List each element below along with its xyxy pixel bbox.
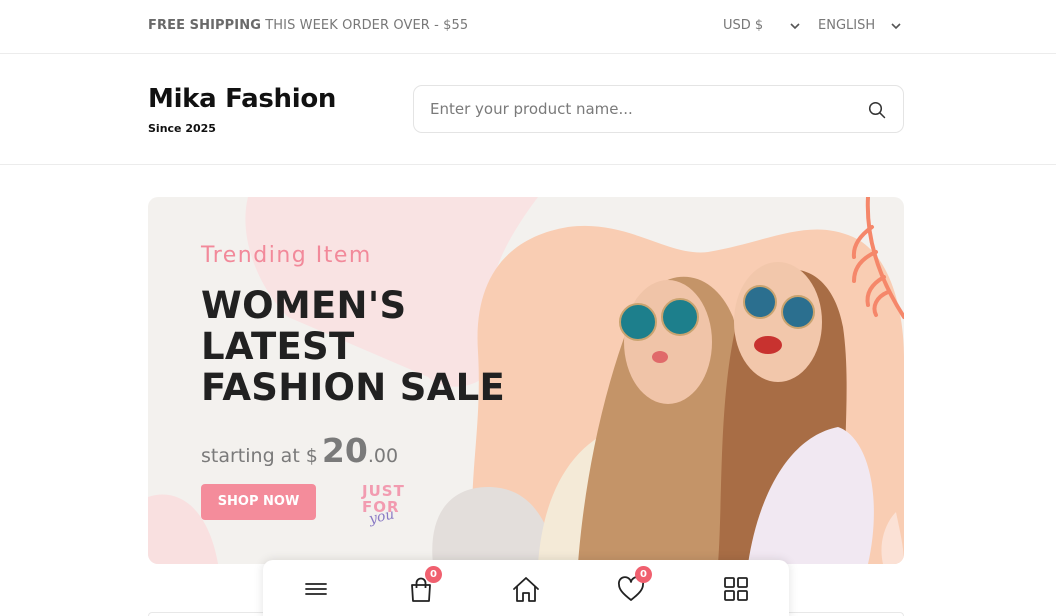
- brand-logo[interactable]: Mika Fashion: [148, 84, 336, 114]
- top-bar: FREE SHIPPING THIS WEEK ORDER OVER - $55…: [0, 0, 1056, 54]
- shipping-notice: FREE SHIPPING THIS WEEK ORDER OVER - $55: [148, 18, 468, 33]
- menu-icon: [305, 583, 327, 595]
- banner-title: WOMEN'S LATEST FASHION SALE: [201, 285, 521, 408]
- banner-title-line: FASHION SALE: [201, 366, 506, 409]
- search-input[interactable]: [430, 98, 850, 120]
- language-select[interactable]: ENGLISH: [818, 18, 901, 33]
- cart-count-badge: 0: [425, 566, 442, 583]
- hero-banner: Trending Item WOMEN'S LATEST FASHION SAL…: [148, 197, 904, 564]
- chevron-down-icon: [891, 23, 901, 30]
- grid-icon: [724, 577, 748, 601]
- home-icon: [513, 577, 539, 602]
- categories-button[interactable]: [721, 574, 751, 604]
- shipping-notice-bold: FREE SHIPPING: [148, 18, 261, 33]
- shipping-notice-text: THIS WEEK ORDER OVER - $55: [261, 18, 469, 33]
- banner-title-line: WOMEN'S: [201, 284, 407, 327]
- menu-button[interactable]: [301, 574, 331, 604]
- search-box: [413, 85, 904, 133]
- currency-value: USD $: [723, 18, 764, 33]
- banner-subtitle: Trending Item: [201, 243, 372, 268]
- price-prefix: starting at $: [201, 445, 318, 467]
- wishlist-count-badge: 0: [635, 566, 652, 583]
- chevron-down-icon: [790, 23, 800, 30]
- currency-select[interactable]: USD $: [723, 18, 800, 33]
- cart-button[interactable]: 0: [406, 566, 442, 604]
- brand-tagline: Since 2025: [148, 122, 216, 135]
- search-icon[interactable]: [868, 101, 886, 119]
- just-for-you-stamp: JUST FOR you: [362, 483, 404, 531]
- bottom-navigation: 0 0: [263, 560, 789, 616]
- stamp-line: JUST: [362, 482, 405, 500]
- shop-now-button[interactable]: SHOP NOW: [201, 484, 316, 520]
- banner-price: starting at $ 20 .00: [201, 431, 398, 470]
- price-cents: .00: [367, 445, 399, 467]
- banner-title-line: LATEST: [201, 325, 355, 368]
- home-button[interactable]: [511, 574, 541, 604]
- wishlist-button[interactable]: 0: [616, 566, 652, 604]
- language-value: ENGLISH: [818, 18, 876, 33]
- price-whole: 20: [321, 431, 368, 470]
- site-header: Mika Fashion Since 2025: [0, 54, 1056, 165]
